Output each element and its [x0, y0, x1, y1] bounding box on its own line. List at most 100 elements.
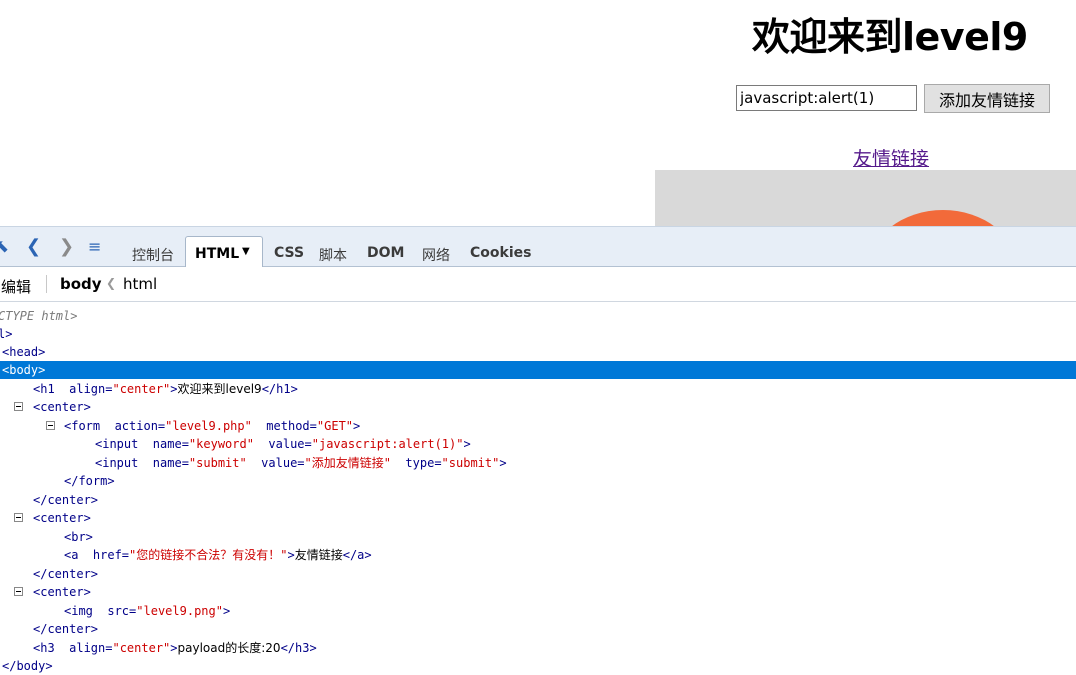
source-token: align= — [69, 641, 113, 655]
source-line[interactable]: <input name="keyword" value="javascript:… — [0, 435, 1076, 453]
source-token: > — [353, 419, 361, 433]
source-line-text: <center> — [33, 398, 91, 416]
source-line-text: <h1 align="center">欢迎来到level9</h1> — [33, 380, 298, 398]
source-token: "level9.php" — [165, 419, 252, 433]
breadcrumb-arrow-icon: ❮ — [106, 276, 117, 290]
source-line-text: <input name="submit" value="添加友情链接" type… — [95, 454, 507, 472]
breadcrumb-html[interactable]: html — [123, 275, 157, 293]
friend-link[interactable]: 友情链接 — [853, 144, 929, 171]
source-token: "submit" — [441, 456, 500, 470]
collapse-toggle-icon[interactable] — [14, 402, 23, 411]
source-line[interactable]: <head> — [0, 343, 1076, 361]
source-token: align= — [69, 382, 113, 396]
tab-cookies[interactable]: Cookies — [470, 245, 531, 261]
source-token: "submit" — [188, 456, 247, 470]
source-line-selected[interactable]: <body> — [0, 361, 1076, 379]
back-icon[interactable]: ❮ — [26, 238, 41, 256]
source-line[interactable]: CTYPE html> — [0, 307, 1076, 325]
tab-network[interactable]: 网络 — [422, 245, 450, 265]
source-token: l> — [0, 327, 13, 341]
devtools-toolbar: ⬉ ❮ ❯ ≡ 控制台 HTML ▼ CSS 脚本 DOM 网络 Cookies — [0, 227, 1076, 267]
source-token: "center" — [112, 382, 171, 396]
source-token: payload的长度:20 — [177, 641, 281, 655]
source-line[interactable]: l> — [0, 325, 1076, 343]
source-token: value= — [253, 437, 312, 451]
source-token: href= — [92, 548, 130, 562]
source-token: <a — [64, 548, 93, 562]
source-line[interactable]: </center> — [0, 620, 1076, 638]
source-token: type= — [390, 456, 442, 470]
collapse-toggle-icon[interactable] — [46, 421, 55, 430]
dropdown-caret-icon: ▼ — [242, 246, 250, 257]
keyword-input[interactable] — [736, 85, 917, 111]
collapse-toggle-icon[interactable] — [14, 513, 23, 522]
source-line-text: CTYPE html> — [0, 307, 77, 325]
source-token: > — [499, 456, 507, 470]
source-token: name= — [152, 437, 189, 451]
level9-image — [655, 170, 1076, 230]
tab-script[interactable]: 脚本 — [319, 245, 347, 265]
source-line[interactable]: <img src="level9.png"> — [0, 602, 1076, 620]
source-token: </a> — [342, 548, 372, 562]
source-line[interactable]: <br> — [0, 528, 1076, 546]
source-line-text: <input name="keyword" value="javascript:… — [95, 435, 471, 453]
source-token: <br> — [64, 530, 93, 544]
source-line[interactable]: <h1 align="center">欢迎来到level9</h1> — [0, 380, 1076, 398]
source-line-text: <head> — [2, 343, 45, 361]
source-line[interactable]: <a href="您的链接不合法？有没有！">友情链接</a> — [0, 546, 1076, 564]
source-token: > — [170, 641, 178, 655]
collapse-toggle-icon[interactable] — [14, 587, 23, 596]
source-line[interactable]: <h3 align="center">payload的长度:20</h3> — [0, 639, 1076, 657]
source-line-text: <img src="level9.png"> — [64, 602, 230, 620]
source-line[interactable]: <center> — [0, 509, 1076, 527]
source-token: <body> — [2, 363, 46, 377]
page-title: 欢迎来到level9 — [752, 15, 1028, 59]
source-line[interactable]: </body> — [0, 657, 1076, 675]
source-line-text: <form action="level9.php" method="GET"> — [64, 417, 360, 435]
source-token: src= — [107, 604, 137, 618]
source-token: </body> — [2, 659, 53, 673]
tab-css[interactable]: CSS — [274, 245, 304, 261]
breadcrumb-body[interactable]: body — [60, 275, 102, 293]
source-token: <input — [95, 437, 153, 451]
source-line[interactable]: <form action="level9.php" method="GET"> — [0, 417, 1076, 435]
source-token: </center> — [33, 567, 99, 581]
breadcrumb-divider — [46, 275, 47, 293]
source-line[interactable]: <center> — [0, 583, 1076, 601]
source-line-text: <body> — [2, 361, 45, 379]
source-token: "keyword" — [188, 437, 254, 451]
source-line[interactable]: </form> — [0, 472, 1076, 490]
source-token: > — [222, 604, 231, 618]
source-line-text: </center> — [33, 491, 98, 509]
source-token: </center> — [33, 622, 99, 636]
source-token: </h3> — [280, 641, 317, 655]
inspect-icon[interactable]: ⬉ — [0, 238, 9, 256]
devtools-panel: ⬉ ❮ ❯ ≡ 控制台 HTML ▼ CSS 脚本 DOM 网络 Cookies… — [0, 226, 1076, 674]
breadcrumb: 编辑 body ❮ html — [0, 267, 1076, 302]
source-token: </form> — [64, 474, 115, 488]
source-token: > — [287, 548, 295, 562]
add-link-button[interactable]: 添加友情链接 — [924, 84, 1050, 113]
source-line-text: <center> — [33, 509, 91, 527]
source-token: value= — [246, 456, 305, 470]
source-line-text: <h3 align="center">payload的长度:20</h3> — [33, 639, 317, 657]
source-token: "level9.png" — [136, 604, 223, 618]
source-line[interactable]: <input name="submit" value="添加友情链接" type… — [0, 454, 1076, 472]
source-line[interactable]: <center> — [0, 398, 1076, 416]
source-line-text: <center> — [33, 583, 91, 601]
source-token: "javascript:alert(1)" — [311, 437, 464, 451]
edit-button[interactable]: 编辑 — [1, 276, 31, 297]
source-token: "您的链接不合法？有没有！" — [129, 548, 288, 562]
source-token: "添加友情链接" — [304, 456, 391, 470]
source-token: </h1> — [261, 382, 298, 396]
tab-console[interactable]: 控制台 — [132, 245, 174, 265]
source-line[interactable]: </center> — [0, 491, 1076, 509]
source-token: <head> — [2, 345, 46, 359]
command-line-icon[interactable]: ≡ — [88, 238, 101, 256]
tab-html-label: HTML — [195, 246, 240, 262]
source-token: <img — [64, 604, 108, 618]
tab-html[interactable]: HTML ▼ — [185, 236, 263, 267]
source-line[interactable]: </center> — [0, 565, 1076, 583]
forward-icon[interactable]: ❯ — [59, 238, 74, 256]
tab-dom[interactable]: DOM — [367, 245, 404, 261]
